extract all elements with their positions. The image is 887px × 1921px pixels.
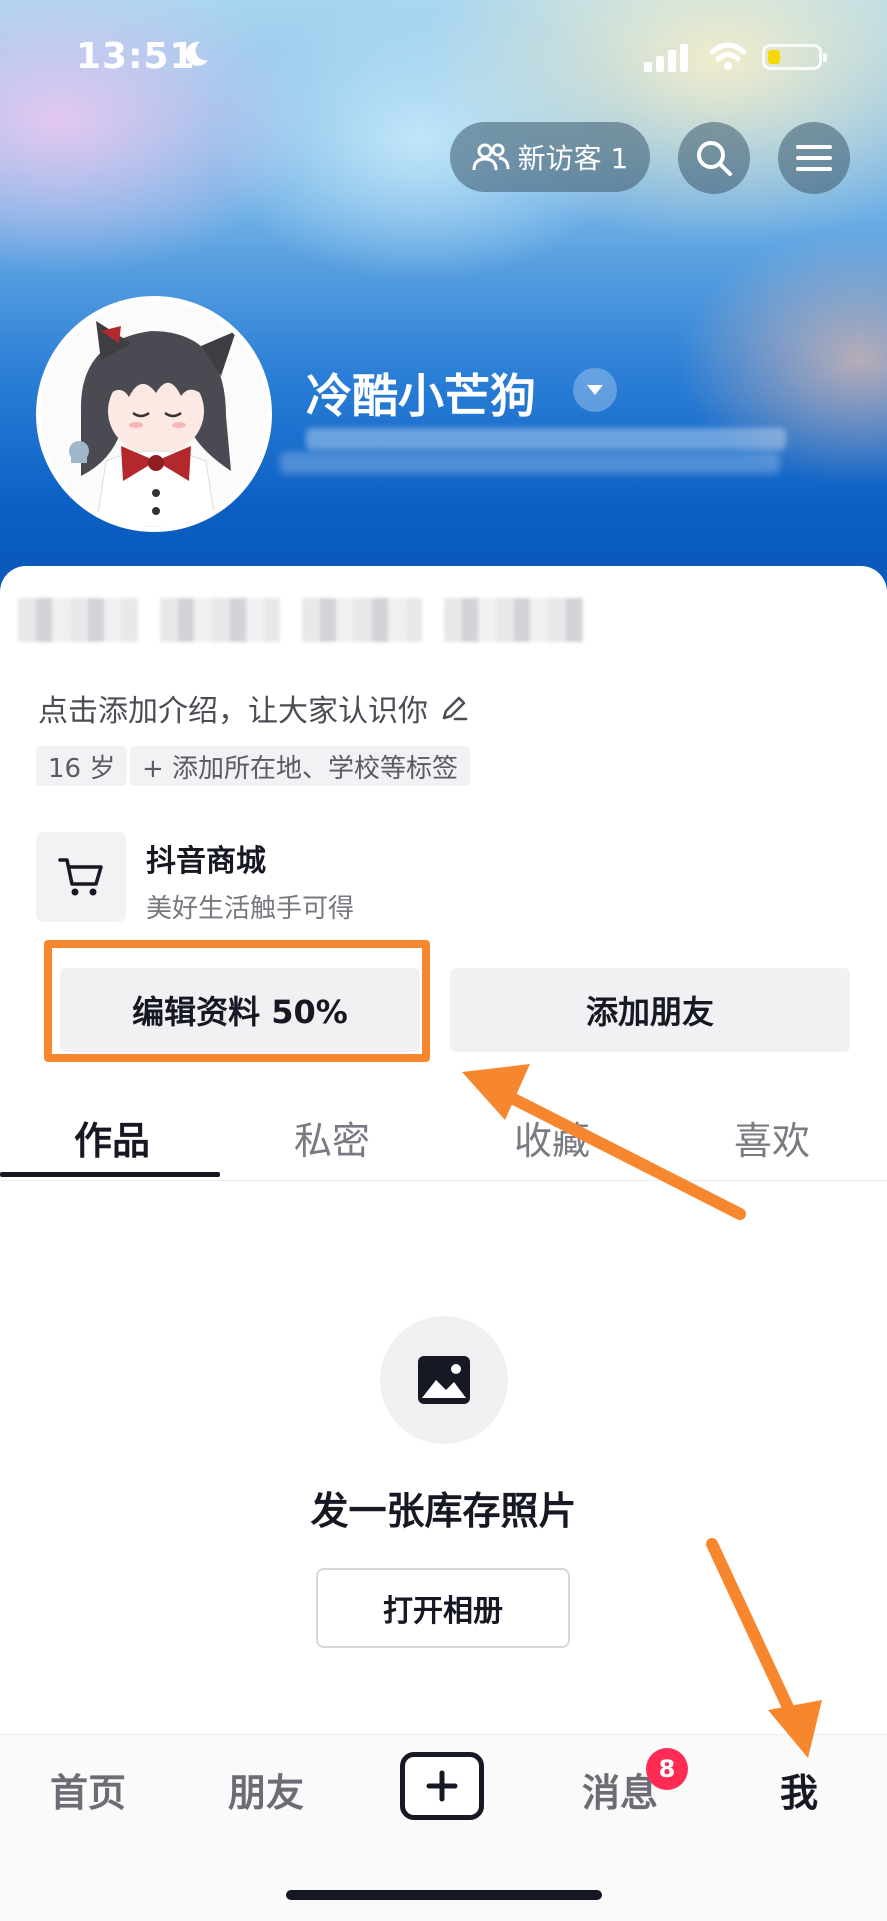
- account-switch-button[interactable]: [573, 368, 617, 412]
- new-visitors-button[interactable]: 新访客 1: [450, 122, 650, 192]
- bio-placeholder[interactable]: 点击添加介绍，让大家认识你: [38, 686, 470, 730]
- battery-icon: [762, 44, 827, 70]
- tab-works[interactable]: 作品: [74, 1110, 150, 1165]
- shop-subtitle: 美好生活触手可得: [146, 894, 355, 924]
- create-post-button[interactable]: [400, 1752, 484, 1820]
- account-info-redacted: [280, 452, 780, 474]
- shop-title[interactable]: 抖音商城: [146, 836, 266, 880]
- status-bar: 13:51: [0, 0, 887, 110]
- search-icon: [697, 141, 732, 176]
- message-count-badge: 8: [646, 1748, 688, 1790]
- home-indicator: [286, 1890, 602, 1900]
- shop-entry-icon-box[interactable]: [36, 832, 126, 922]
- stat-extra-redacted: [444, 598, 584, 642]
- open-album-button[interactable]: 打开相册: [316, 1568, 570, 1648]
- tab-likes[interactable]: 喜欢: [734, 1110, 810, 1165]
- do-not-disturb-moon-icon: [185, 41, 208, 66]
- tab-favorites[interactable]: 收藏: [514, 1110, 590, 1165]
- nav-me[interactable]: 我: [780, 1762, 818, 1817]
- account-id-redacted: [306, 428, 786, 450]
- active-tab-indicator: [0, 1172, 220, 1177]
- caret-down-icon: [587, 385, 603, 395]
- avatar-anime-character-image: [41, 301, 267, 527]
- edit-pencil-icon: [442, 696, 468, 721]
- nickname[interactable]: 冷酷小芒狗: [306, 360, 536, 426]
- cellular-signal-icon: [644, 44, 688, 72]
- empty-state-title: 发一张库存照片: [310, 1489, 577, 1533]
- stat-following-redacted: [160, 598, 280, 642]
- add-tags-button[interactable]: + 添加所在地、学校等标签: [130, 746, 471, 786]
- profile-stats-redacted: [18, 598, 658, 642]
- hamburger-menu-icon: [796, 145, 832, 171]
- photo-placeholder: [380, 1316, 508, 1444]
- edit-profile-button[interactable]: 编辑资料 50%: [60, 968, 420, 1052]
- new-visitors-label: 新访客 1: [517, 142, 629, 175]
- age-tag[interactable]: 16 岁: [36, 746, 128, 786]
- stat-likes-redacted: [18, 598, 138, 642]
- bio-text: 点击添加介绍，让大家认识你: [38, 694, 428, 729]
- menu-button[interactable]: [778, 122, 850, 194]
- nav-home[interactable]: 首页: [50, 1762, 126, 1817]
- tab-private[interactable]: 私密: [294, 1110, 370, 1165]
- plus-icon: [426, 1770, 458, 1802]
- avatar[interactable]: [36, 296, 272, 532]
- image-icon: [418, 1356, 470, 1404]
- search-button[interactable]: [678, 122, 750, 194]
- add-friends-button[interactable]: 添加朋友: [450, 968, 850, 1052]
- status-time: 13:51: [76, 36, 196, 77]
- stat-followers-redacted: [302, 598, 422, 642]
- shopping-cart-icon: [58, 858, 103, 896]
- people-icon: [472, 143, 510, 171]
- wifi-icon: [709, 42, 747, 70]
- nav-friends[interactable]: 朋友: [228, 1762, 304, 1817]
